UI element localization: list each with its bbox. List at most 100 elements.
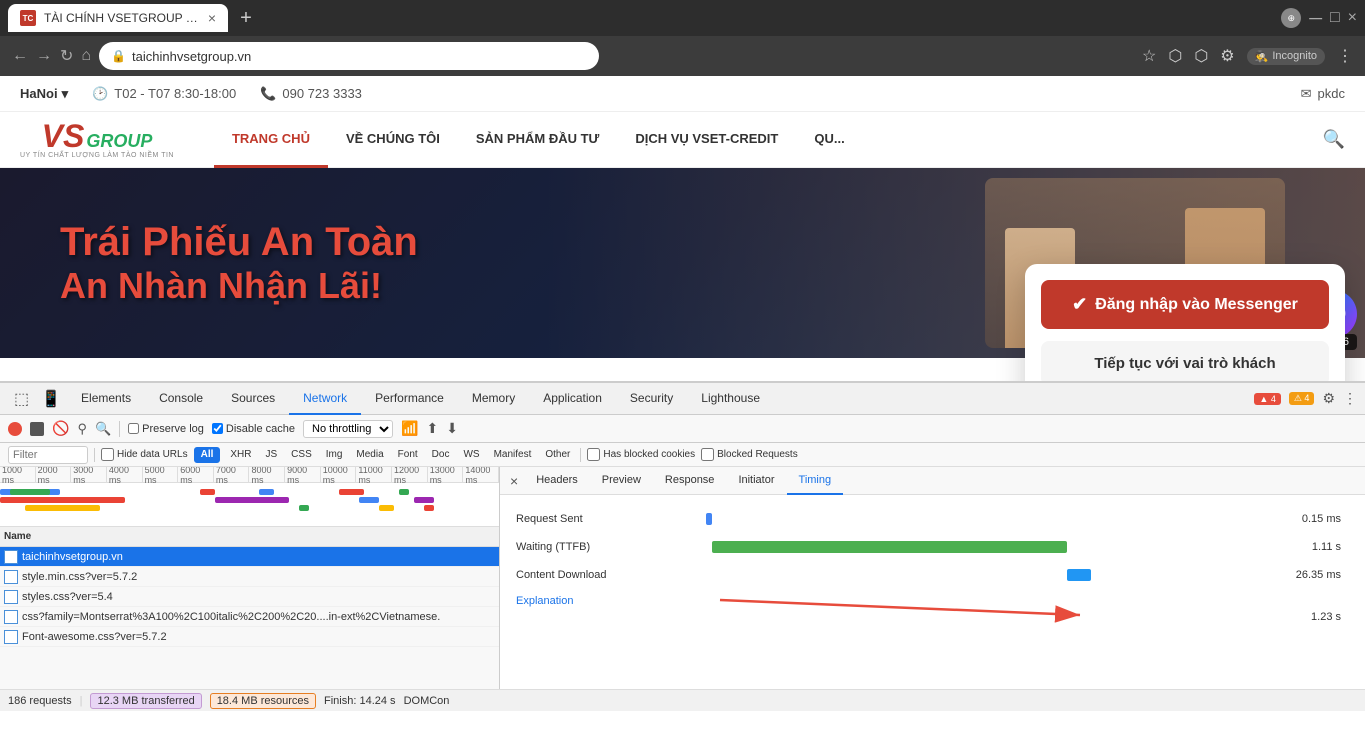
extension-puzzle-icon[interactable]: ⚙ [1220,46,1234,66]
table-row[interactable]: styles.css?ver=5.4 [0,587,499,607]
tab-elements[interactable]: Elements [67,383,145,415]
menu-icon[interactable]: ⋮ [1337,46,1353,66]
nav-ve-chung-toi[interactable]: VỀ CHÚNG TÔI [328,112,458,168]
disable-cache-checkbox[interactable]: Disable cache [212,423,295,435]
timing-total-value: 1.23 s [1311,611,1341,623]
domcon-text: DOMCon [404,695,450,707]
nav-trang-chu[interactable]: TRANG CHỦ [214,112,328,168]
blocked-cookies-checkbox[interactable]: Has blocked cookies [587,448,695,461]
tab-performance[interactable]: Performance [361,383,458,415]
messenger-check-icon: ✔ [1072,294,1087,315]
filter-xhr[interactable]: XHR [226,449,255,460]
maximize-btn[interactable]: □ [1330,9,1340,27]
table-row[interactable]: css?family=Montserrat%3A100%2C100italic%… [0,607,499,627]
hide-data-urls-checkbox[interactable]: Hide data URLs [101,448,188,461]
messenger-guest-btn[interactable]: Tiếp tục với vai trò khách [1041,341,1329,381]
filter-js[interactable]: JS [262,449,282,460]
filter-css[interactable]: CSS [287,449,316,460]
new-tab-btn[interactable]: + [232,4,260,32]
timing-download-row: Content Download 26.35 ms [516,563,1349,587]
filter-manifest[interactable]: Manifest [490,449,536,460]
forward-btn[interactable]: → [36,47,52,65]
search-icon[interactable]: 🔍 [95,421,111,437]
filter-input[interactable] [8,446,88,464]
stop-recording-btn[interactable] [30,422,44,436]
reload-btn[interactable]: ↻ [60,46,73,66]
messenger-login-label: Đăng nhập vào Messenger [1095,296,1298,314]
filter-doc[interactable]: Doc [428,449,454,460]
devtools-settings-icon[interactable]: ⚙ [1322,390,1335,407]
req-type-icon [4,550,18,564]
timeline-bar-5 [200,489,215,495]
site-search-icon[interactable]: 🔍 [1323,129,1345,150]
filter-sep2 [580,448,581,462]
table-row[interactable]: style.min.css?ver=5.7.2 [0,567,499,587]
timing-request-sent-bar [706,513,712,525]
extension-icon1[interactable]: ⬡ [1168,46,1182,66]
timeline-area: 1000 ms 2000 ms 3000 ms 4000 ms 5000 ms … [0,467,499,527]
tab-application[interactable]: Application [529,383,616,415]
tab-preview[interactable]: Preview [590,467,653,495]
tab-network[interactable]: Network [289,383,361,415]
filter-icon[interactable]: ⚲ [77,421,87,437]
disable-cache-input[interactable] [212,423,223,434]
import-icon[interactable]: ⬆ [426,420,438,437]
tab-sources[interactable]: Sources [217,383,289,415]
location-selector[interactable]: HaNoi ▾ [20,86,68,102]
nav-dich-vu[interactable]: DỊCH VỤ VSET-CREDIT [617,112,796,168]
table-row[interactable]: Font-awesome.css?ver=5.7.2 [0,627,499,647]
tab-console[interactable]: Console [145,383,217,415]
tab-headers[interactable]: Headers [524,467,590,495]
home-btn[interactable]: ⌂ [81,47,91,65]
site-logo[interactable]: VS GROUP UY TÍN CHẤT LƯỢNG LÀM TÀO NIỀM … [20,120,174,159]
tab-security[interactable]: Security [616,383,687,415]
detail-close-btn[interactable]: × [504,473,524,489]
blocked-requests-input[interactable] [701,448,714,461]
active-tab[interactable]: TC TÀI CHÍNH VSETGROUP – Uy tín... × [8,4,228,32]
filter-font[interactable]: Font [394,449,422,460]
export-icon[interactable]: ⬇ [446,420,458,437]
messenger-guest-label: Tiếp tục với vai trò khách [1094,355,1275,372]
inspect-element-icon[interactable]: ⬚ [8,389,35,409]
nav-links: TRANG CHỦ VỀ CHÚNG TÔI SẢN PHẨM ĐẦU TƯ D… [214,112,863,168]
filter-media[interactable]: Media [352,449,387,460]
tab-timing[interactable]: Timing [787,467,844,495]
business-hours: 🕑 T02 - T07 8:30-18:00 [92,86,236,102]
messenger-login-btn[interactable]: ✔ Đăng nhập vào Messenger [1041,280,1329,329]
tab-response[interactable]: Response [653,467,727,495]
filter-img[interactable]: Img [322,449,347,460]
blocked-requests-checkbox[interactable]: Blocked Requests [701,448,798,461]
filter-ws[interactable]: WS [459,449,483,460]
hide-data-urls-input[interactable] [101,448,114,461]
record-btn[interactable] [8,422,22,436]
clear-btn[interactable]: 🚫 [52,420,69,437]
tab-close-btn[interactable]: × [208,10,216,26]
bookmark-icon[interactable]: ☆ [1142,46,1156,66]
preserve-log-checkbox[interactable]: Preserve log [128,423,204,435]
address-bar: ← → ↻ ⌂ 🔒 taichinhvsetgroup.vn ☆ ⬡ ⬡ ⚙ 🕵… [0,36,1365,76]
devtools-more-icon[interactable]: ⋮ [1343,390,1357,407]
minimize-btn[interactable]: ─ [1309,8,1322,29]
nav-san-pham[interactable]: SẢN PHẨM ĐẦU TƯ [458,112,617,168]
close-btn[interactable]: × [1348,9,1357,27]
blocked-cookies-input[interactable] [587,448,600,461]
device-toggle-icon[interactable]: 📱 [35,389,67,409]
explanation-link[interactable]: Explanation [516,595,574,607]
tab-memory[interactable]: Memory [458,383,529,415]
filter-sep1 [94,448,95,462]
back-btn[interactable]: ← [12,47,28,65]
nav-other[interactable]: QU... [796,112,862,168]
extension-icon2[interactable]: ⬡ [1194,46,1208,66]
preserve-log-input[interactable] [128,423,139,434]
tick-2000: 2000 ms [36,467,72,482]
filter-all-btn[interactable]: All [194,447,221,463]
detail-panel: × Headers Preview Response Initiator Tim… [500,467,1365,689]
table-row[interactable]: taichinhvsetgroup.vn [0,547,499,567]
address-input[interactable]: 🔒 taichinhvsetgroup.vn [99,42,599,70]
timeline-bar-4 [25,505,100,511]
network-conditions-icon[interactable]: 📶 [401,420,418,437]
tab-initiator[interactable]: Initiator [726,467,786,495]
filter-other[interactable]: Other [541,449,574,460]
tab-lighthouse[interactable]: Lighthouse [687,383,774,415]
throttle-select[interactable]: No throttling [303,420,393,438]
